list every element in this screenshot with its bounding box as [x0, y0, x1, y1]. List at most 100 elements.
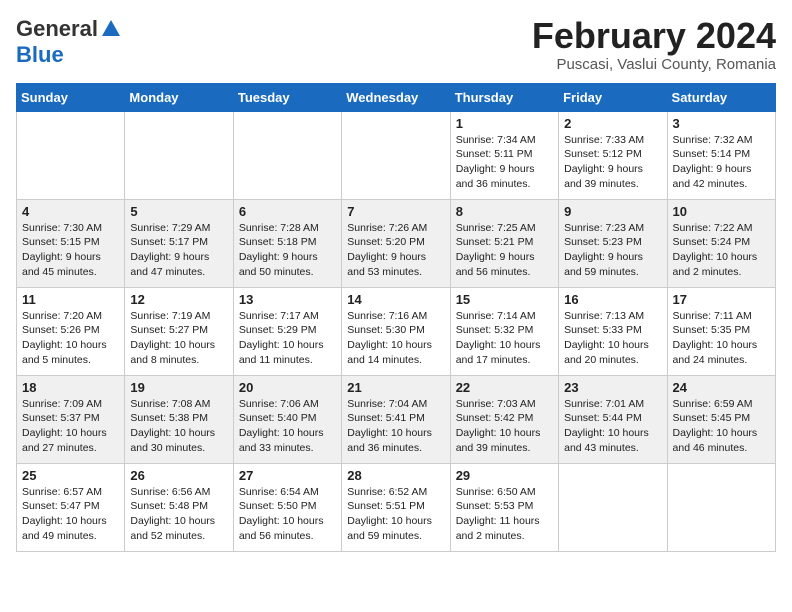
logo: General Blue	[16, 16, 122, 68]
calendar-cell: 27 Sunrise: 6:54 AM Sunset: 5:50 PM Dayli…	[233, 463, 341, 551]
day-number: 17	[673, 292, 770, 307]
calendar-cell: 3 Sunrise: 7:32 AM Sunset: 5:14 PM Daylig…	[667, 111, 775, 199]
calendar-table: SundayMondayTuesdayWednesdayThursdayFrid…	[16, 83, 776, 552]
calendar-cell: 15 Sunrise: 7:14 AM Sunset: 5:32 PM Dayli…	[450, 287, 558, 375]
calendar-cell: 22 Sunrise: 7:03 AM Sunset: 5:42 PM Dayli…	[450, 375, 558, 463]
day-number: 26	[130, 468, 227, 483]
week-row-4: 18 Sunrise: 7:09 AM Sunset: 5:37 PM Dayli…	[17, 375, 776, 463]
calendar-body: 1 Sunrise: 7:34 AM Sunset: 5:11 PM Daylig…	[17, 111, 776, 551]
day-info: Sunrise: 7:06 AM Sunset: 5:40 PM Dayligh…	[239, 397, 336, 456]
calendar-cell	[125, 111, 233, 199]
calendar-cell: 8Sunrise: 7:25 AM Sunset: 5:21 PM Daylig…	[450, 199, 558, 287]
day-info: Sunrise: 7:17 AM Sunset: 5:29 PM Dayligh…	[239, 309, 336, 368]
day-number: 25	[22, 468, 119, 483]
day-info: Sunrise: 7:08 AM Sunset: 5:38 PM Dayligh…	[130, 397, 227, 456]
calendar-cell: 5 Sunrise: 7:29 AM Sunset: 5:17 PM Daylig…	[125, 199, 233, 287]
day-number: 21	[347, 380, 444, 395]
day-header-tuesday: Tuesday	[233, 83, 341, 111]
day-number: 6	[239, 204, 336, 219]
calendar-cell: 26 Sunrise: 6:56 AM Sunset: 5:48 PM Dayli…	[125, 463, 233, 551]
calendar-cell: 4 Sunrise: 7:30 AM Sunset: 5:15 PM Daylig…	[17, 199, 125, 287]
calendar-cell	[559, 463, 667, 551]
day-info: Sunrise: 7:09 AM Sunset: 5:37 PM Dayligh…	[22, 397, 119, 456]
calendar-cell: 6 Sunrise: 7:28 AM Sunset: 5:18 PM Daylig…	[233, 199, 341, 287]
calendar-cell: 14Sunrise: 7:16 AM Sunset: 5:30 PM Dayli…	[342, 287, 450, 375]
day-number: 11	[22, 292, 119, 307]
calendar-cell: 12 Sunrise: 7:19 AM Sunset: 5:27 PM Dayli…	[125, 287, 233, 375]
day-info: Sunrise: 7:04 AM Sunset: 5:41 PM Dayligh…	[347, 397, 444, 456]
day-number: 20	[239, 380, 336, 395]
month-title: February 2024	[532, 16, 776, 56]
day-info: Sunrise: 7:13 AM Sunset: 5:33 PM Dayligh…	[564, 309, 661, 368]
calendar-cell: 24 Sunrise: 6:59 AM Sunset: 5:45 PM Dayli…	[667, 375, 775, 463]
calendar-cell: 10Sunrise: 7:22 AM Sunset: 5:24 PM Dayli…	[667, 199, 775, 287]
logo-general: General	[16, 16, 98, 42]
calendar-cell: 16 Sunrise: 7:13 AM Sunset: 5:33 PM Dayli…	[559, 287, 667, 375]
logo-blue: Blue	[16, 42, 64, 68]
day-info: Sunrise: 7:14 AM Sunset: 5:32 PM Dayligh…	[456, 309, 553, 368]
day-number: 28	[347, 468, 444, 483]
day-number: 3	[673, 116, 770, 131]
calendar-cell: 25 Sunrise: 6:57 AM Sunset: 5:47 PM Dayli…	[17, 463, 125, 551]
day-number: 18	[22, 380, 119, 395]
day-header-sunday: Sunday	[17, 83, 125, 111]
day-number: 16	[564, 292, 661, 307]
day-number: 5	[130, 204, 227, 219]
week-row-1: 1 Sunrise: 7:34 AM Sunset: 5:11 PM Daylig…	[17, 111, 776, 199]
calendar-cell: 13 Sunrise: 7:17 AM Sunset: 5:29 PM Dayli…	[233, 287, 341, 375]
day-info: Sunrise: 6:52 AM Sunset: 5:51 PM Dayligh…	[347, 485, 444, 544]
day-header-wednesday: Wednesday	[342, 83, 450, 111]
day-info: Sunrise: 7:11 AM Sunset: 5:35 PM Dayligh…	[673, 309, 770, 368]
day-number: 15	[456, 292, 553, 307]
day-number: 10	[673, 204, 770, 219]
day-info: Sunrise: 6:56 AM Sunset: 5:48 PM Dayligh…	[130, 485, 227, 544]
day-number: 7	[347, 204, 444, 219]
calendar-cell	[667, 463, 775, 551]
week-row-5: 25 Sunrise: 6:57 AM Sunset: 5:47 PM Dayli…	[17, 463, 776, 551]
week-row-2: 4 Sunrise: 7:30 AM Sunset: 5:15 PM Daylig…	[17, 199, 776, 287]
day-number: 12	[130, 292, 227, 307]
day-number: 14	[347, 292, 444, 307]
calendar-cell: 1 Sunrise: 7:34 AM Sunset: 5:11 PM Daylig…	[450, 111, 558, 199]
day-number: 22	[456, 380, 553, 395]
calendar-cell: 20 Sunrise: 7:06 AM Sunset: 5:40 PM Dayli…	[233, 375, 341, 463]
day-number: 29	[456, 468, 553, 483]
day-info: Sunrise: 7:25 AM Sunset: 5:21 PM Dayligh…	[456, 221, 553, 280]
title-area: February 2024 Puscasi, Vaslui County, Ro…	[532, 16, 776, 73]
day-header-saturday: Saturday	[667, 83, 775, 111]
day-info: Sunrise: 7:03 AM Sunset: 5:42 PM Dayligh…	[456, 397, 553, 456]
day-info: Sunrise: 7:19 AM Sunset: 5:27 PM Dayligh…	[130, 309, 227, 368]
day-info: Sunrise: 6:54 AM Sunset: 5:50 PM Dayligh…	[239, 485, 336, 544]
day-number: 1	[456, 116, 553, 131]
day-info: Sunrise: 7:01 AM Sunset: 5:44 PM Dayligh…	[564, 397, 661, 456]
calendar-cell	[233, 111, 341, 199]
day-info: Sunrise: 7:28 AM Sunset: 5:18 PM Dayligh…	[239, 221, 336, 280]
day-header-friday: Friday	[559, 83, 667, 111]
calendar-cell: 17 Sunrise: 7:11 AM Sunset: 5:35 PM Dayli…	[667, 287, 775, 375]
day-info: Sunrise: 7:20 AM Sunset: 5:26 PM Dayligh…	[22, 309, 119, 368]
day-number: 4	[22, 204, 119, 219]
calendar-cell: 2Sunrise: 7:33 AM Sunset: 5:12 PM Daylig…	[559, 111, 667, 199]
day-number: 9	[564, 204, 661, 219]
calendar-cell	[17, 111, 125, 199]
week-row-3: 11 Sunrise: 7:20 AM Sunset: 5:26 PM Dayli…	[17, 287, 776, 375]
location-subtitle: Puscasi, Vaslui County, Romania	[532, 56, 776, 73]
calendar-cell: 11 Sunrise: 7:20 AM Sunset: 5:26 PM Dayli…	[17, 287, 125, 375]
calendar-cell: 7Sunrise: 7:26 AM Sunset: 5:20 PM Daylig…	[342, 199, 450, 287]
day-header-thursday: Thursday	[450, 83, 558, 111]
day-info: Sunrise: 7:29 AM Sunset: 5:17 PM Dayligh…	[130, 221, 227, 280]
day-info: Sunrise: 6:59 AM Sunset: 5:45 PM Dayligh…	[673, 397, 770, 456]
calendar-cell: 28 Sunrise: 6:52 AM Sunset: 5:51 PM Dayli…	[342, 463, 450, 551]
day-info: Sunrise: 7:34 AM Sunset: 5:11 PM Dayligh…	[456, 133, 553, 192]
day-info: Sunrise: 7:30 AM Sunset: 5:15 PM Dayligh…	[22, 221, 119, 280]
day-info: Sunrise: 7:23 AM Sunset: 5:23 PM Dayligh…	[564, 221, 661, 280]
day-number: 27	[239, 468, 336, 483]
day-header-monday: Monday	[125, 83, 233, 111]
day-number: 24	[673, 380, 770, 395]
day-info: Sunrise: 6:57 AM Sunset: 5:47 PM Dayligh…	[22, 485, 119, 544]
day-number: 2	[564, 116, 661, 131]
day-number: 13	[239, 292, 336, 307]
logo-icon	[100, 18, 122, 40]
day-info: Sunrise: 7:32 AM Sunset: 5:14 PM Dayligh…	[673, 133, 770, 192]
calendar-cell: 29Sunrise: 6:50 AM Sunset: 5:53 PM Dayli…	[450, 463, 558, 551]
